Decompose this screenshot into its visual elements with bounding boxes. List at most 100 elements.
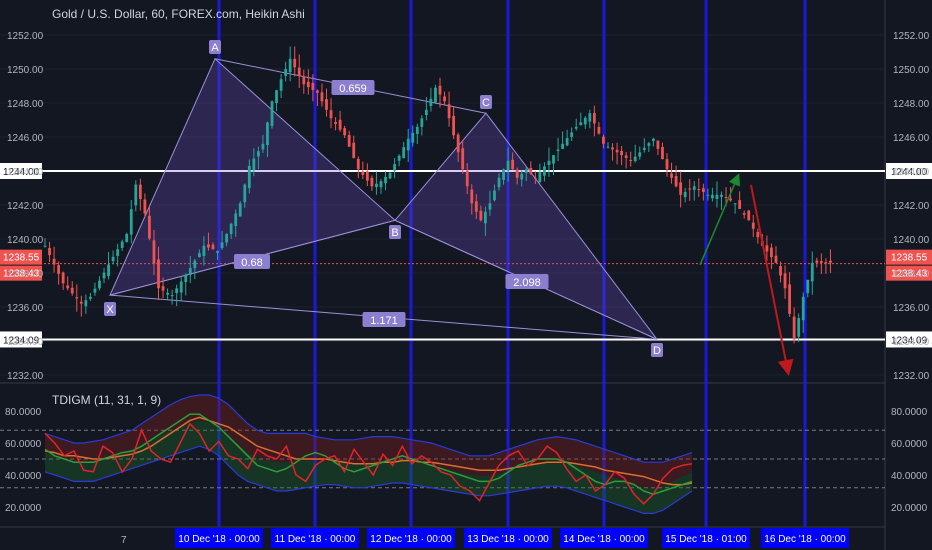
candle-body — [493, 190, 496, 201]
candle-body — [447, 104, 451, 119]
time-tick-label: 13 Dec '18 · 00:00 — [467, 534, 549, 545]
candle-body — [393, 164, 396, 171]
ratio-label: 0.68 — [241, 257, 262, 269]
candle-body — [52, 258, 56, 265]
candle-body — [125, 233, 129, 242]
candle-body — [733, 203, 737, 205]
candle-body — [388, 172, 392, 179]
candle-body — [670, 173, 673, 178]
current-price-right: 1238.55 — [891, 253, 928, 264]
candle-body — [679, 182, 683, 195]
candle-body — [715, 194, 719, 200]
ratio-label: 0.659 — [339, 83, 367, 95]
candle-body — [829, 260, 832, 263]
candle-body — [783, 273, 787, 289]
candle-body — [465, 170, 469, 187]
indicator-title: TDIGM (11, 31, 1, 9) — [52, 393, 161, 407]
time-tick-label: 12 Dec '18 · 00:00 — [370, 534, 452, 545]
candle-body — [533, 177, 537, 179]
candle-body — [824, 262, 828, 264]
candle-body — [583, 117, 587, 125]
candle-body — [556, 149, 560, 151]
candle-body — [306, 81, 310, 88]
candle-body — [515, 169, 519, 178]
candle-body — [143, 199, 147, 214]
price-tick-left: 1232.00 — [7, 371, 44, 382]
candle-body — [683, 191, 687, 198]
price-tick-left: 1236.00 — [7, 303, 44, 314]
candle-body — [579, 122, 583, 126]
candle-body — [815, 260, 819, 263]
candle-body — [161, 286, 165, 291]
candle-body — [688, 188, 692, 190]
candle-body — [197, 253, 201, 258]
candle-body — [316, 90, 319, 93]
candle-body — [801, 296, 805, 321]
candle-body — [661, 146, 664, 160]
candle-body — [211, 244, 215, 250]
candle-body — [561, 143, 564, 149]
candle-body — [656, 140, 660, 149]
price-tick-left: 1238.00 — [7, 269, 44, 280]
candle-body — [338, 119, 342, 130]
candle-body — [70, 287, 74, 294]
time-tick-label: 11 Dec '18 · 00:00 — [275, 534, 356, 545]
candle-body — [293, 58, 297, 68]
candle-body — [747, 210, 751, 221]
candle-body — [175, 288, 179, 294]
candle-body — [697, 189, 701, 191]
candle-body — [738, 200, 742, 209]
osc-tick-right: 40.0000 — [891, 471, 928, 482]
candle-body — [225, 233, 229, 243]
candle-body — [788, 284, 791, 314]
price-tick-right: 1236.00 — [893, 303, 930, 314]
candle-body — [642, 147, 646, 150]
candle-body — [592, 112, 596, 124]
candle-body — [479, 210, 483, 221]
candle-body — [343, 128, 347, 136]
price-tick-right: 1250.00 — [893, 65, 930, 76]
candle-body — [429, 98, 433, 107]
candle-body — [729, 198, 732, 201]
candle-body — [202, 245, 206, 257]
candle-body — [629, 160, 633, 162]
candle-body — [674, 176, 678, 187]
candle-body — [93, 288, 97, 293]
price-tick-right: 1248.00 — [893, 99, 930, 110]
candle-body — [724, 197, 728, 199]
candle-body — [98, 280, 101, 289]
osc-tick-right: 60.0000 — [891, 439, 928, 450]
candle-body — [120, 241, 124, 248]
candle-body — [216, 250, 219, 253]
candle-body — [792, 316, 796, 340]
candle-body — [79, 301, 83, 304]
ratio-label: 1.171 — [370, 315, 398, 327]
candle-body — [810, 262, 814, 282]
candle-body — [765, 245, 769, 252]
candle-body — [770, 247, 773, 258]
candle-body — [706, 194, 710, 196]
osc-tick-right: 20.0000 — [891, 503, 928, 514]
point-label: A — [211, 42, 219, 54]
candle-body — [111, 256, 115, 262]
candle-body — [157, 259, 160, 289]
time-tick-label: 10 Dec '18 · 00:00 — [178, 534, 260, 545]
candle-body — [247, 165, 251, 188]
candle-body — [184, 274, 188, 283]
candle-body — [633, 156, 637, 162]
candle-body — [129, 209, 133, 235]
point-label: D — [653, 345, 661, 357]
price-tick-left: 1234.00 — [7, 337, 44, 348]
candle-body — [384, 176, 387, 184]
osc-tick-left: 40.0000 — [5, 471, 42, 482]
candle-body — [252, 158, 256, 171]
candle-body — [665, 159, 669, 170]
candle-body — [325, 99, 328, 110]
point-label: B — [391, 227, 398, 239]
candle-body — [57, 265, 61, 274]
price-tick-right: 1246.00 — [893, 133, 930, 144]
candle-body — [311, 82, 315, 90]
candle-body — [524, 169, 528, 173]
candle-body — [574, 126, 578, 129]
candle-body — [452, 115, 456, 136]
